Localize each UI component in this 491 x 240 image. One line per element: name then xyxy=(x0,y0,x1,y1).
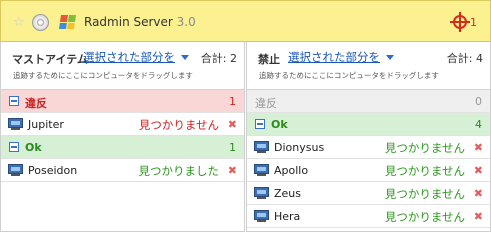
computer-icon xyxy=(254,164,269,176)
collapse-icon[interactable] xyxy=(255,119,265,129)
list-item[interactable]: Hera 見つかりません ✖ xyxy=(247,205,490,228)
alert-count[interactable]: 1 xyxy=(470,16,477,29)
group-header-ok[interactable]: Ok 4 xyxy=(247,113,490,136)
collapse-icon[interactable] xyxy=(9,142,19,152)
item-status: 見つかりません xyxy=(138,118,219,132)
crosshair-alert-icon[interactable] xyxy=(450,12,470,32)
remove-icon[interactable]: ✖ xyxy=(228,164,237,177)
group-name: Ok xyxy=(271,118,288,131)
item-status: 見つかりました xyxy=(138,164,220,178)
list-item[interactable]: Poseidon 見つかりました ✖ xyxy=(1,159,244,182)
app-title: Radmin Server 3.0 xyxy=(84,15,196,29)
disc-icon xyxy=(32,14,49,31)
select-link[interactable]: 選択された部分を xyxy=(83,49,189,65)
computer-icon xyxy=(254,210,269,222)
drag-hint: 追跡するためにここにコンピュータをドラッグします xyxy=(259,71,439,80)
computer-icon xyxy=(254,187,269,199)
group-count: 4 xyxy=(475,118,482,131)
windows-logo-icon xyxy=(59,15,76,29)
computer-icon xyxy=(8,164,23,176)
item-status: 見つかりません xyxy=(384,210,465,224)
group-name: 違反 xyxy=(255,97,277,110)
group-header-fail[interactable]: 違反 0 xyxy=(247,90,490,113)
list-item[interactable]: Jupiter 見つかりません ✖ xyxy=(1,113,244,136)
item-status: 見つかりません xyxy=(384,141,465,155)
select-link[interactable]: 選択された部分を xyxy=(288,49,394,65)
group-count: 0 xyxy=(475,95,482,108)
item-status: 見つかりません xyxy=(384,164,465,178)
computer-icon xyxy=(8,118,23,130)
computer-name: Dionysus xyxy=(274,141,325,154)
remove-icon[interactable]: ✖ xyxy=(474,210,483,223)
computer-name: Zeus xyxy=(274,187,302,200)
group-count: 1 xyxy=(229,141,236,154)
panel-label: 禁止 xyxy=(258,53,280,66)
remove-icon[interactable]: ✖ xyxy=(474,187,483,200)
item-status: 見つかりません xyxy=(384,187,465,201)
star-icon[interactable]: ☆ xyxy=(13,16,25,29)
collapse-icon[interactable] xyxy=(9,96,19,106)
chevron-down-icon[interactable] xyxy=(386,55,394,60)
list-item[interactable]: Zeus 見つかりません ✖ xyxy=(247,182,490,205)
panel-header: マストアイテム 選択された部分を 合計: 2 追跡するためにここにコンピュータを… xyxy=(1,42,244,90)
select-link-label[interactable]: 選択された部分を xyxy=(288,50,380,64)
group-name: Ok xyxy=(25,141,42,154)
app-version: 3.0 xyxy=(176,15,196,29)
drag-hint: 追跡するためにここにコンピュータをドラッグします xyxy=(13,71,193,80)
panel-header: 禁止 選択された部分を 合計: 4 追跡するためにここにコンピュータをドラッグし… xyxy=(247,42,490,90)
list-item[interactable]: Dionysus 見つかりません ✖ xyxy=(247,136,490,159)
group-header-fail[interactable]: 違反 1 xyxy=(1,90,244,113)
remove-icon[interactable]: ✖ xyxy=(474,141,483,154)
panel-label: マストアイテム xyxy=(12,53,88,66)
chevron-down-icon[interactable] xyxy=(181,55,189,60)
forbidden-panel: 禁止 選択された部分を 合計: 4 追跡するためにここにコンピュータをドラッグし… xyxy=(246,42,491,232)
group-count: 1 xyxy=(229,95,236,108)
computer-name: Hera xyxy=(274,210,301,223)
group-header-ok[interactable]: Ok 1 xyxy=(1,136,244,159)
total-count: 合計: 4 xyxy=(446,52,483,65)
must-items-panel: マストアイテム 選択された部分を 合計: 2 追跡するためにここにコンピュータを… xyxy=(0,42,245,232)
computer-name: Jupiter xyxy=(28,118,64,131)
title-bar: ☆ Radmin Server 3.0 1 xyxy=(0,0,491,42)
remove-icon[interactable]: ✖ xyxy=(228,118,237,131)
app-name: Radmin Server xyxy=(84,15,173,29)
select-link-label[interactable]: 選択された部分を xyxy=(83,50,175,64)
computer-icon xyxy=(254,141,269,153)
total-count: 合計: 2 xyxy=(200,52,237,65)
list-item[interactable]: Apollo 見つかりません ✖ xyxy=(247,159,490,182)
group-name: 違反 xyxy=(25,97,47,110)
remove-icon[interactable]: ✖ xyxy=(474,164,483,177)
computer-name: Apollo xyxy=(274,164,309,177)
computer-name: Poseidon xyxy=(28,164,78,177)
